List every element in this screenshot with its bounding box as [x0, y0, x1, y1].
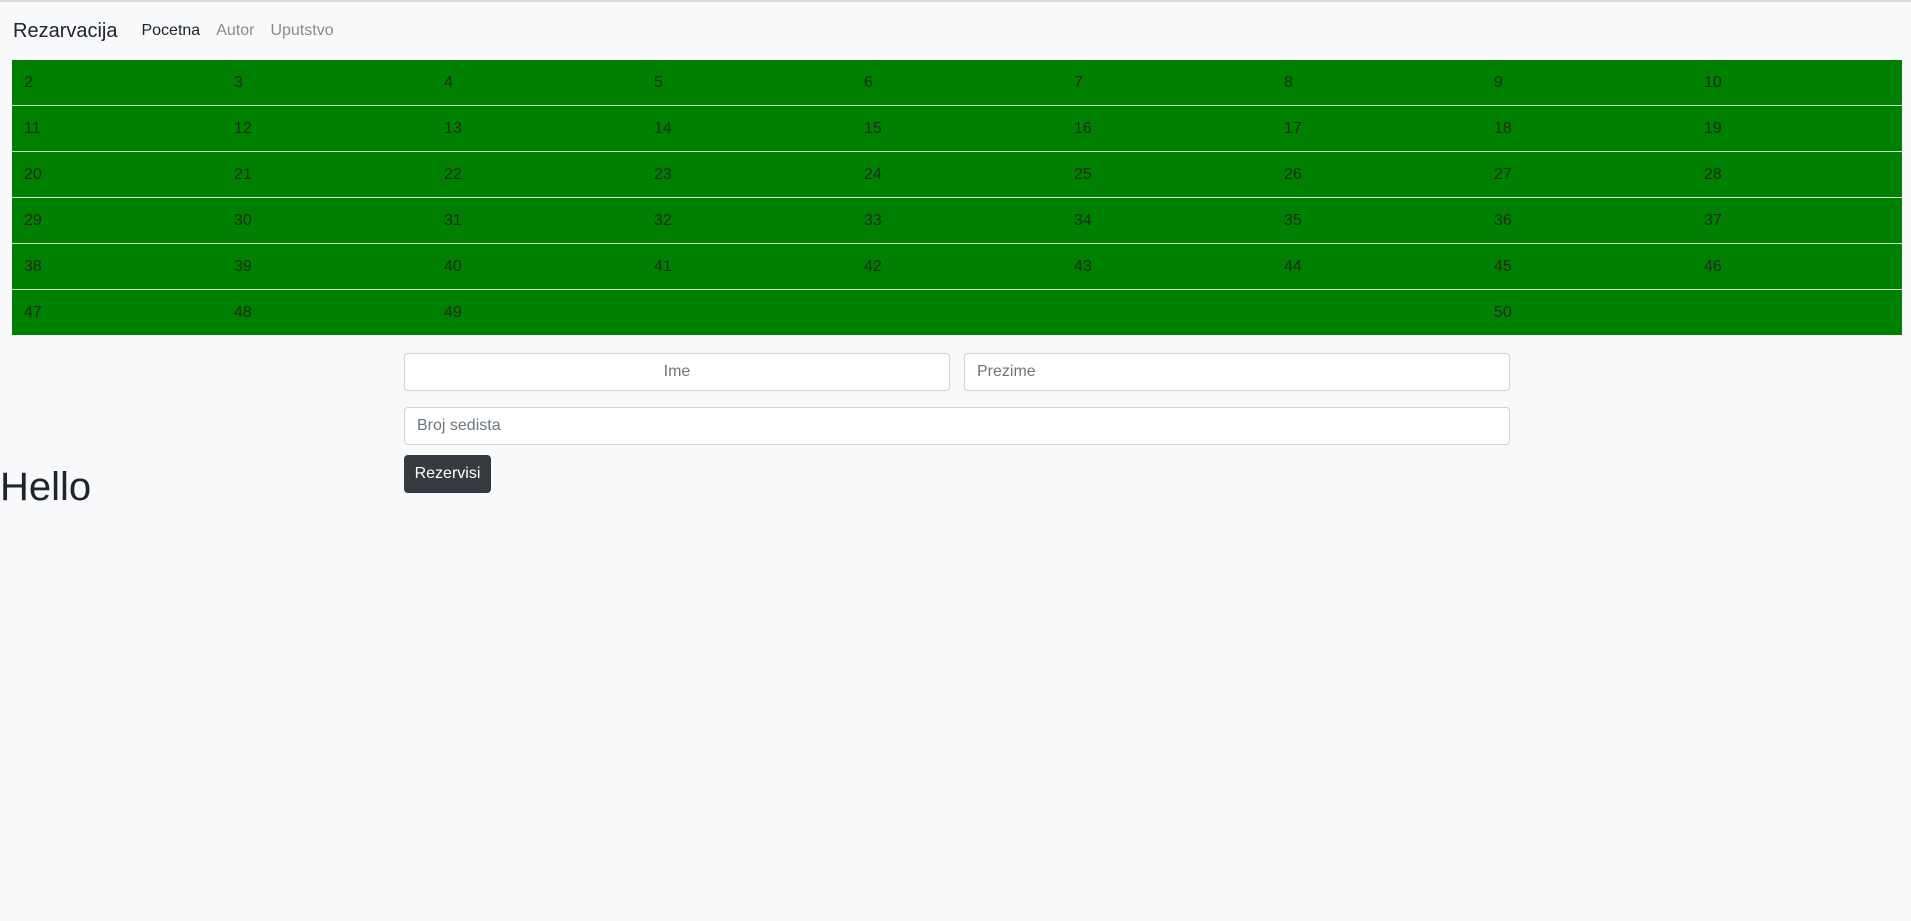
seat-cell[interactable]: 30: [222, 197, 432, 244]
seat-cell[interactable]: 23: [642, 151, 852, 198]
seat-cell: [1692, 289, 1902, 335]
seat-row: 20 21 22 23 24 25 26 27 28: [12, 151, 1902, 198]
seat-cell[interactable]: 39: [222, 243, 432, 290]
seat-cell[interactable]: 25: [1062, 151, 1272, 198]
seat-cell[interactable]: 38: [12, 243, 222, 290]
seat-cell[interactable]: 15: [852, 105, 1062, 152]
seat-cell[interactable]: 46: [1692, 243, 1902, 290]
page-heading: Hello: [0, 465, 92, 509]
seat-cell[interactable]: 42: [852, 243, 1062, 290]
seat-cell[interactable]: 33: [852, 197, 1062, 244]
seat-cell[interactable]: 43: [1062, 243, 1272, 290]
seat-cell[interactable]: 45: [1482, 243, 1692, 290]
seat-cell[interactable]: 24: [852, 151, 1062, 198]
seat-cell[interactable]: 50: [1482, 289, 1692, 335]
seat-cell[interactable]: 11: [12, 105, 222, 152]
seat-cell: [1062, 289, 1272, 335]
seat-cell[interactable]: 27: [1482, 151, 1692, 198]
first-name-input[interactable]: [404, 353, 950, 391]
seat-cell[interactable]: 13: [432, 105, 642, 152]
seat-cell: [1272, 289, 1482, 335]
seat-cell[interactable]: 2: [12, 60, 222, 106]
seat-cell[interactable]: 4: [432, 60, 642, 106]
seat-cell[interactable]: 26: [1272, 151, 1482, 198]
seat-cell[interactable]: 9: [1482, 60, 1692, 106]
last-name-input[interactable]: [964, 353, 1510, 391]
seat-cell[interactable]: 41: [642, 243, 852, 290]
seat-cell[interactable]: 48: [222, 289, 432, 335]
seat-row: 11 12 13 14 15 16 17 18 19: [12, 105, 1902, 152]
seat-cell[interactable]: 40: [432, 243, 642, 290]
seat-cell[interactable]: 31: [432, 197, 642, 244]
seat-cell[interactable]: 3: [222, 60, 432, 106]
seat-cell[interactable]: 34: [1062, 197, 1272, 244]
seat-cell: [642, 289, 852, 335]
seat-row: 2 3 4 5 6 7 8 9 10: [12, 60, 1902, 106]
seat-cell[interactable]: 32: [642, 197, 852, 244]
seat-cell[interactable]: 44: [1272, 243, 1482, 290]
seat-cell[interactable]: 47: [12, 289, 222, 335]
seat-row: 47 48 49 50: [12, 289, 1902, 335]
navbar: Rezarvacija Pocetna Autor Uputstvo: [0, 2, 1911, 60]
seat-cell[interactable]: 5: [642, 60, 852, 106]
seat-cell[interactable]: 37: [1692, 197, 1902, 244]
seat-cell[interactable]: 18: [1482, 105, 1692, 152]
seat-cell[interactable]: 35: [1272, 197, 1482, 244]
seat-cell[interactable]: 12: [222, 105, 432, 152]
seat-cell[interactable]: 16: [1062, 105, 1272, 152]
seat-cell[interactable]: 8: [1272, 60, 1482, 106]
seat-row: 38 39 40 41 42 43 44 45 46: [12, 243, 1902, 290]
seat-cell[interactable]: 29: [12, 197, 222, 244]
seat-cell[interactable]: 14: [642, 105, 852, 152]
nav-link-uputstvo[interactable]: Uputstvo: [270, 22, 333, 40]
navbar-brand[interactable]: Rezarvacija: [13, 20, 117, 43]
seat-cell[interactable]: 6: [852, 60, 1062, 106]
nav-link-autor[interactable]: Autor: [216, 22, 254, 40]
seat-cell[interactable]: 10: [1692, 60, 1902, 106]
seat-cell: [852, 289, 1062, 335]
seat-cell[interactable]: 28: [1692, 151, 1902, 198]
seat-cell[interactable]: 19: [1692, 105, 1902, 152]
seat-number-input[interactable]: [404, 407, 1510, 445]
seat-row: 29 30 31 32 33 34 35 36 37: [12, 197, 1902, 244]
seat-cell[interactable]: 49: [432, 289, 642, 335]
seat-cell[interactable]: 20: [12, 151, 222, 198]
seat-cell[interactable]: 17: [1272, 105, 1482, 152]
nav-link-pocetna[interactable]: Pocetna: [141, 22, 200, 40]
seat-cell[interactable]: 21: [222, 151, 432, 198]
seat-cell[interactable]: 22: [432, 151, 642, 198]
seat-grid: 2 3 4 5 6 7 8 9 10 11 12 13 14 15 16 17 18 19 20 21 22 23 24 25…: [12, 60, 1902, 335]
seat-cell[interactable]: 7: [1062, 60, 1272, 106]
reserve-button[interactable]: Rezervisi: [404, 455, 491, 493]
seat-cell[interactable]: 36: [1482, 197, 1692, 244]
